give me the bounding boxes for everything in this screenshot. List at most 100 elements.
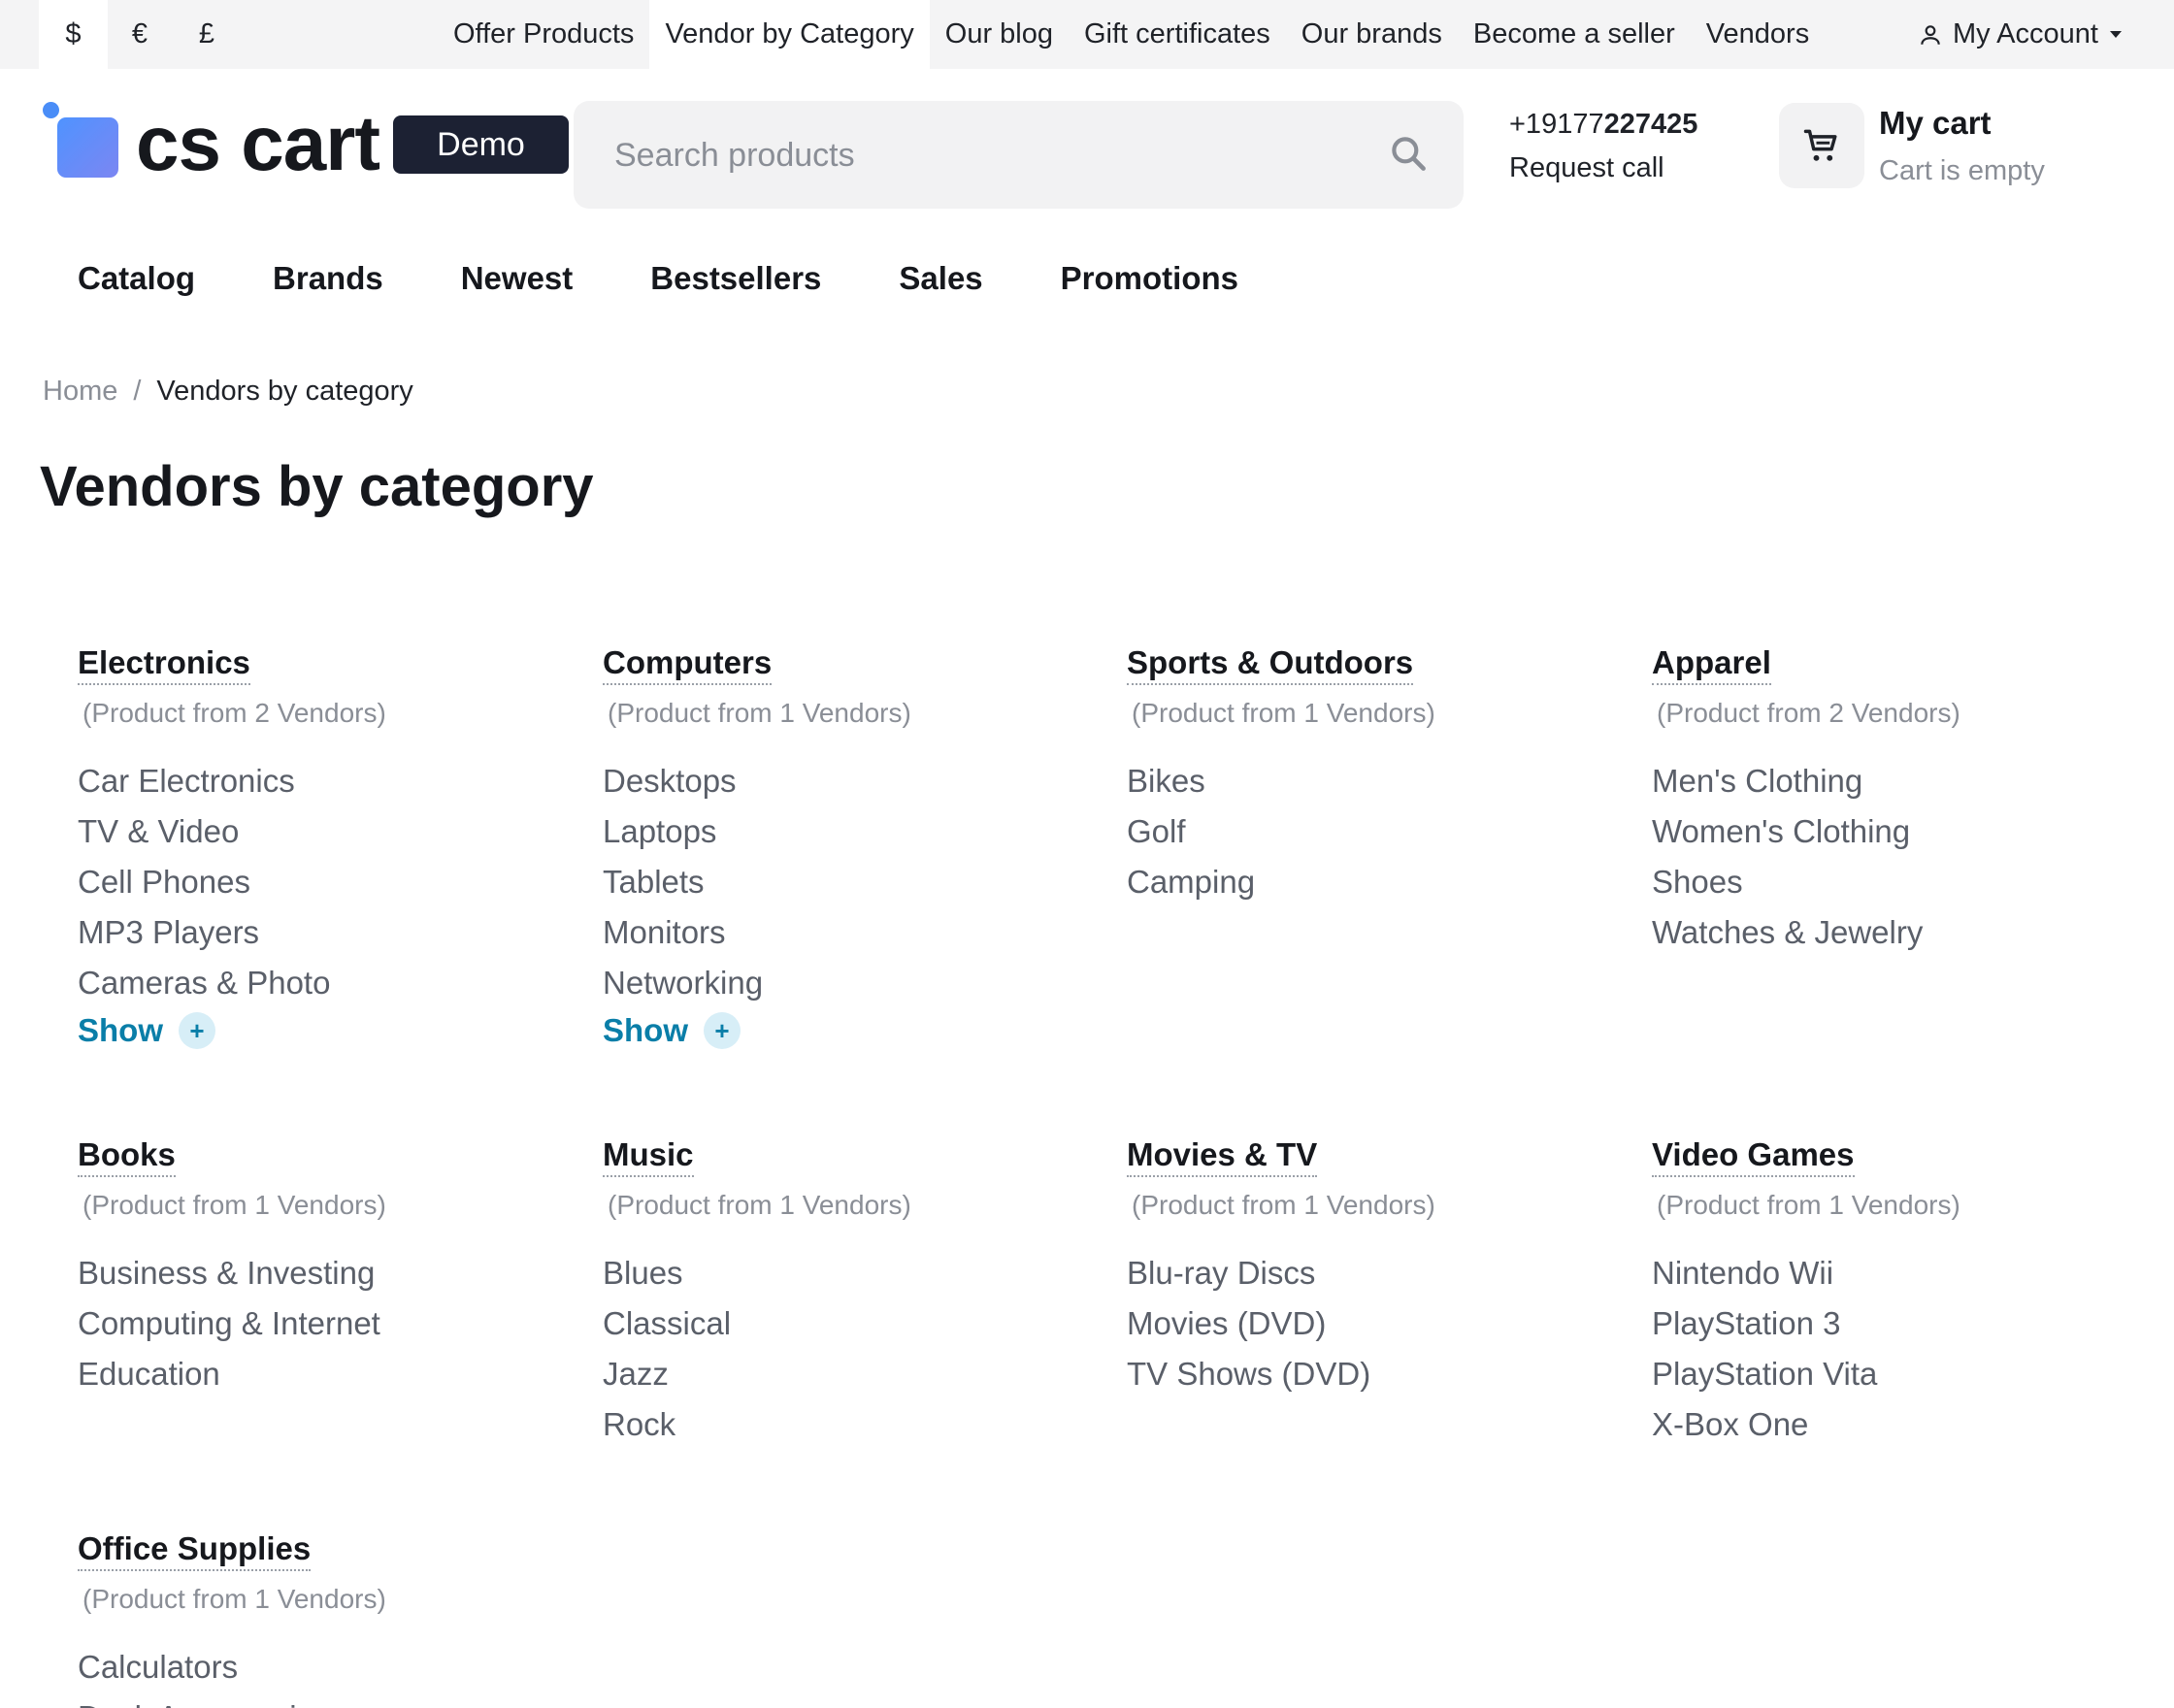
subcategory-list: Calculators Desk Accessories (78, 1642, 563, 1708)
subcategory-list: Bikes Golf Camping (1127, 756, 1612, 907)
subcategory-link[interactable]: Business & Investing (78, 1248, 563, 1298)
toplink-offer-products[interactable]: Offer Products (438, 0, 649, 69)
cart-icon (1803, 129, 1837, 161)
breadcrumb-home[interactable]: Home (43, 376, 117, 407)
logo[interactable]: cs cart Demo (39, 97, 569, 186)
subcategory-link[interactable]: Movies (DVD) (1127, 1298, 1612, 1349)
cart-status: Cart is empty (1879, 155, 2045, 186)
category-title[interactable]: Computers (603, 643, 773, 685)
subcategory-link[interactable]: Men's Clothing (1652, 756, 2137, 806)
request-call-link[interactable]: Request call (1509, 152, 1664, 184)
subcategory-link[interactable]: Blues (603, 1248, 1088, 1298)
my-account-menu[interactable]: My Account (1918, 0, 2122, 69)
subcategory-list: Blues Classical Jazz Rock (603, 1248, 1088, 1450)
subcategory-list: Nintendo Wii PlayStation 3 PlayStation V… (1652, 1248, 2137, 1450)
currency-eur[interactable]: € (108, 0, 172, 69)
phone-number[interactable]: +19177227425 (1509, 109, 1697, 141)
breadcrumb: Home / Vendors by category (43, 376, 413, 408)
show-more-button[interactable]: Show + (78, 1012, 563, 1049)
category-title[interactable]: Music (603, 1135, 694, 1177)
category-vendor-count: (Product from 1 Vendors) (608, 1190, 911, 1220)
subcategory-link[interactable]: TV Shows (DVD) (1127, 1349, 1612, 1399)
subcategory-link[interactable]: Car Electronics (78, 756, 563, 806)
phone-prefix: +19177 (1509, 109, 1604, 140)
nav-catalog[interactable]: Catalog (78, 260, 195, 297)
top-bar: $ € £ Offer Products Vendor by Category … (0, 0, 2174, 69)
logo-demo-badge: Demo (393, 115, 569, 174)
toplink-our-blog[interactable]: Our blog (930, 0, 1069, 69)
category-title[interactable]: Video Games (1652, 1135, 1855, 1177)
breadcrumb-separator: / (133, 376, 142, 407)
nav-brands[interactable]: Brands (273, 260, 383, 297)
page: $ € £ Offer Products Vendor by Category … (0, 0, 2174, 1708)
logo-mark (57, 117, 118, 178)
subcategory-link[interactable]: Cameras & Photo (78, 958, 563, 1008)
category-title[interactable]: Office Supplies (78, 1529, 312, 1571)
category-vendor-count: (Product from 1 Vendors) (1132, 698, 1435, 728)
subcategory-link[interactable]: Cell Phones (78, 857, 563, 907)
subcategory-link[interactable]: Computing & Internet (78, 1298, 563, 1349)
category-title[interactable]: Movies & TV (1127, 1135, 1318, 1177)
show-more-button[interactable]: Show + (603, 1012, 1088, 1049)
subcategory-link[interactable]: Desktops (603, 756, 1088, 806)
subcategory-link[interactable]: Watches & Jewelry (1652, 907, 2137, 958)
category-title[interactable]: Electronics (78, 643, 250, 685)
category-title[interactable]: Books (78, 1135, 176, 1177)
nav-sales[interactable]: Sales (899, 260, 982, 297)
toplink-vendor-by-category[interactable]: Vendor by Category (649, 0, 930, 69)
subcategory-link[interactable]: PlayStation 3 (1652, 1298, 2137, 1349)
category-vendor-count: (Product from 1 Vendors) (82, 1584, 386, 1614)
subcategory-link[interactable]: Desk Accessories (78, 1692, 563, 1708)
subcategory-link[interactable]: Education (78, 1349, 563, 1399)
toplink-our-brands[interactable]: Our brands (1286, 0, 1458, 69)
subcategory-link[interactable]: Calculators (78, 1642, 563, 1692)
subcategory-list: Business & Investing Computing & Interne… (78, 1248, 563, 1399)
currency-gbp[interactable]: £ (172, 0, 242, 69)
plus-icon: + (179, 1012, 215, 1049)
my-account-label: My Account (1953, 18, 2098, 49)
category-vendor-count: (Product from 1 Vendors) (1657, 1190, 1960, 1220)
subcategory-link[interactable]: Golf (1127, 806, 1612, 857)
subcategory-link[interactable]: MP3 Players (78, 907, 563, 958)
subcategory-link[interactable]: Classical (603, 1298, 1088, 1349)
category-vendor-count: (Product from 2 Vendors) (1657, 698, 1960, 728)
subcategory-link[interactable]: X-Box One (1652, 1399, 2137, 1450)
subcategory-link[interactable]: Tablets (603, 857, 1088, 907)
category-vendor-count: (Product from 1 Vendors) (608, 698, 911, 728)
category-vendor-count: (Product from 2 Vendors) (82, 698, 386, 728)
subcategory-list: Blu-ray Discs Movies (DVD) TV Shows (DVD… (1127, 1248, 1612, 1399)
toplink-become-a-seller[interactable]: Become a seller (1458, 0, 1691, 69)
cart-button[interactable] (1779, 103, 1864, 188)
subcategory-link[interactable]: Laptops (603, 806, 1088, 857)
category-vendor-count: (Product from 1 Vendors) (1132, 1190, 1435, 1220)
nav-newest[interactable]: Newest (461, 260, 574, 297)
nav-promotions[interactable]: Promotions (1061, 260, 1238, 297)
nav-bestsellers[interactable]: Bestsellers (650, 260, 821, 297)
search-box (574, 101, 1464, 211)
subcategory-link[interactable]: TV & Video (78, 806, 563, 857)
show-more-label: Show (78, 1012, 163, 1048)
category-books: Books (Product from 1 Vendors) Business … (78, 1135, 563, 1399)
category-title[interactable]: Apparel (1652, 643, 1771, 685)
subcategory-link[interactable]: Shoes (1652, 857, 2137, 907)
subcategory-link[interactable]: Women's Clothing (1652, 806, 2137, 857)
search-icon[interactable] (1385, 130, 1433, 179)
subcategory-link[interactable]: Rock (603, 1399, 1088, 1450)
subcategory-link[interactable]: PlayStation Vita (1652, 1349, 2137, 1399)
subcategory-link[interactable]: Jazz (603, 1349, 1088, 1399)
currency-usd[interactable]: $ (39, 0, 108, 69)
subcategory-link[interactable]: Networking (603, 958, 1088, 1008)
search-input[interactable] (612, 101, 1373, 211)
logo-dot (43, 102, 59, 118)
subcategory-link[interactable]: Blu-ray Discs (1127, 1248, 1612, 1298)
subcategory-link[interactable]: Bikes (1127, 756, 1612, 806)
subcategory-link[interactable]: Camping (1127, 857, 1612, 907)
subcategory-link[interactable]: Nintendo Wii (1652, 1248, 2137, 1298)
toplink-vendors[interactable]: Vendors (1691, 0, 1825, 69)
cart-title[interactable]: My cart (1879, 105, 1992, 142)
phone-suffix: 227425 (1603, 109, 1698, 140)
subcategory-link[interactable]: Monitors (603, 907, 1088, 958)
category-sports-outdoors: Sports & Outdoors (Product from 1 Vendor… (1127, 643, 1612, 907)
category-title[interactable]: Sports & Outdoors (1127, 643, 1414, 685)
toplink-gift-certificates[interactable]: Gift certificates (1069, 0, 1286, 69)
